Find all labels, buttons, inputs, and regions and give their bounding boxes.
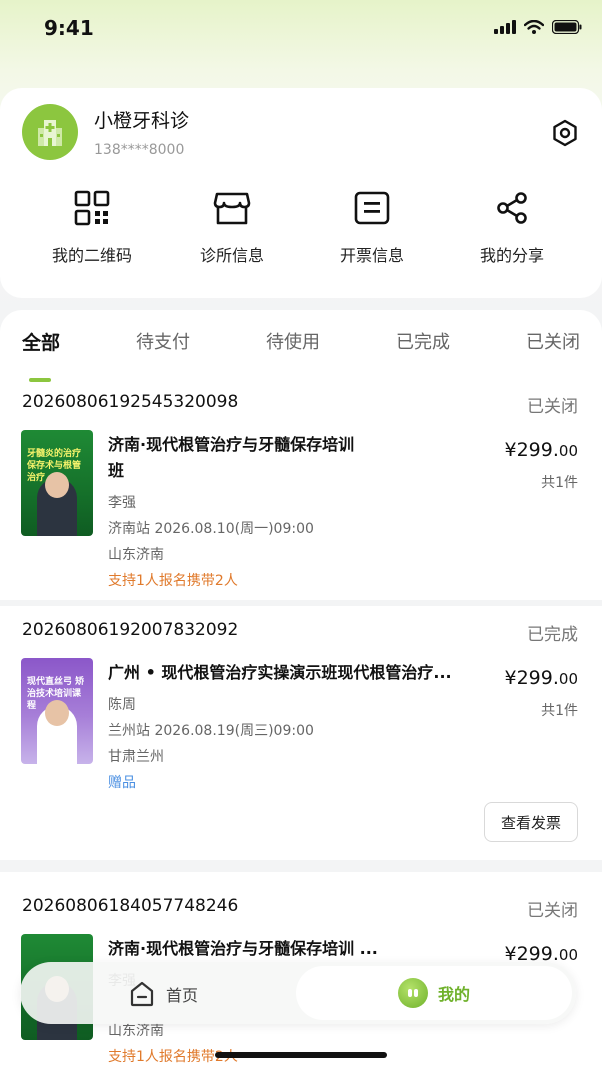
home-icon bbox=[130, 981, 154, 1007]
enrollment-note: 支持1人报名携带2人 bbox=[108, 573, 238, 589]
order-divider bbox=[0, 600, 602, 606]
shortcut-row: 我的二维码 诊所信息 开票信息 我的分享 bbox=[0, 188, 602, 266]
course-title: 济南·现代根管治疗与牙髓保存培训 班 bbox=[108, 435, 355, 480]
course-thumbnail: 现代直丝弓 矫治技术培训课程 bbox=[21, 658, 93, 764]
order-divider bbox=[0, 860, 602, 872]
tab-closed[interactable]: 已关闭 bbox=[526, 328, 580, 354]
store-icon bbox=[213, 192, 251, 225]
order-card[interactable]: 20260806192007832092 已完成 现代直丝弓 矫治技术培训课程 … bbox=[0, 620, 602, 860]
order-number: 20260806184057748246 bbox=[22, 896, 239, 916]
price: ¥299.00 bbox=[504, 439, 579, 461]
price: ¥299.00 bbox=[504, 667, 579, 689]
active-tab-indicator bbox=[29, 378, 51, 382]
location: 山东济南 bbox=[108, 547, 164, 563]
share-icon bbox=[497, 192, 527, 224]
status-bar: 9:41 bbox=[0, 0, 602, 60]
nav-home-label: 首页 bbox=[166, 986, 199, 1005]
shortcut-share[interactable]: 我的分享 bbox=[442, 188, 582, 266]
wifi-icon bbox=[524, 20, 544, 34]
hospital-icon bbox=[38, 120, 62, 146]
clinic-phone: 138****8000 bbox=[94, 142, 185, 158]
order-card[interactable]: 20260806192545320098 已关闭 牙髓炎的治疗 保存术与根管治疗… bbox=[0, 392, 602, 600]
shortcut-label: 诊所信息 bbox=[199, 246, 264, 265]
quantity: 共1件 bbox=[541, 703, 578, 719]
teacher-name: 陈周 bbox=[108, 697, 136, 713]
orders-panel: 全部 待支付 待使用 已完成 已关闭 20260806192545320098 … bbox=[0, 310, 602, 1071]
shortcut-label: 开票信息 bbox=[339, 246, 404, 265]
course-title: 济南·现代根管治疗与牙髓保存培训 ... bbox=[108, 939, 378, 958]
shortcut-label: 我的分享 bbox=[479, 246, 544, 265]
shortcut-qrcode[interactable]: 我的二维码 bbox=[22, 188, 162, 266]
location: 甘肃兰州 bbox=[108, 749, 164, 765]
nav-mine-label: 我的 bbox=[437, 985, 470, 1004]
order-status: 已完成 bbox=[527, 625, 578, 645]
order-status: 已关闭 bbox=[527, 901, 578, 921]
mine-face-icon bbox=[397, 978, 428, 1008]
teacher-name: 李强 bbox=[108, 495, 136, 511]
home-indicator[interactable] bbox=[215, 1052, 387, 1058]
shortcut-clinic-info[interactable]: 诊所信息 bbox=[162, 188, 302, 266]
nav-mine[interactable]: 我的 bbox=[296, 966, 572, 1020]
order-status: 已关闭 bbox=[527, 397, 578, 417]
invoice-icon bbox=[354, 191, 390, 225]
tab-completed[interactable]: 已完成 bbox=[396, 328, 450, 354]
shortcut-label: 我的二维码 bbox=[51, 246, 132, 265]
qrcode-icon bbox=[74, 190, 110, 226]
view-invoice-button[interactable]: 查看发票 bbox=[484, 802, 578, 842]
shortcut-invoice-info[interactable]: 开票信息 bbox=[302, 188, 442, 266]
course-thumbnail: 牙髓炎的治疗 保存术与根管治疗 bbox=[21, 430, 93, 536]
order-tabs: 全部 待支付 待使用 已完成 已关闭 bbox=[0, 328, 602, 382]
signal-icon bbox=[494, 20, 516, 34]
course-title: 广州 • 现代根管治疗实操演示班现代根管治疗... bbox=[108, 663, 452, 682]
profile-card: 小橙牙科诊 138****8000 我的二维码 诊所信息 开票信息 我的分享 bbox=[0, 88, 602, 298]
settings-hexagon-icon[interactable] bbox=[550, 118, 580, 148]
status-icons bbox=[494, 20, 582, 34]
nav-home[interactable]: 首页 bbox=[128, 980, 198, 1008]
order-number: 20260806192007832092 bbox=[22, 620, 239, 640]
order-number: 20260806192545320098 bbox=[22, 392, 239, 412]
clinic-name: 小橙牙科诊 bbox=[94, 110, 190, 132]
tab-pending-use[interactable]: 待使用 bbox=[266, 328, 320, 354]
session-time: 济南站 2026.08.10(周一)09:00 bbox=[108, 521, 314, 537]
quantity: 共1件 bbox=[541, 475, 578, 491]
tab-pending-payment[interactable]: 待支付 bbox=[136, 328, 190, 354]
clinic-avatar[interactable] bbox=[22, 104, 78, 160]
session-time: 兰州站 2026.08.19(周三)09:00 bbox=[108, 723, 314, 739]
bottom-tab-bar: 首页 我的 bbox=[20, 962, 576, 1024]
gift-tag: 赠品 bbox=[108, 775, 136, 791]
battery-icon bbox=[552, 20, 582, 34]
status-time: 9:41 bbox=[44, 16, 94, 40]
tab-all[interactable]: 全部 bbox=[22, 328, 60, 355]
